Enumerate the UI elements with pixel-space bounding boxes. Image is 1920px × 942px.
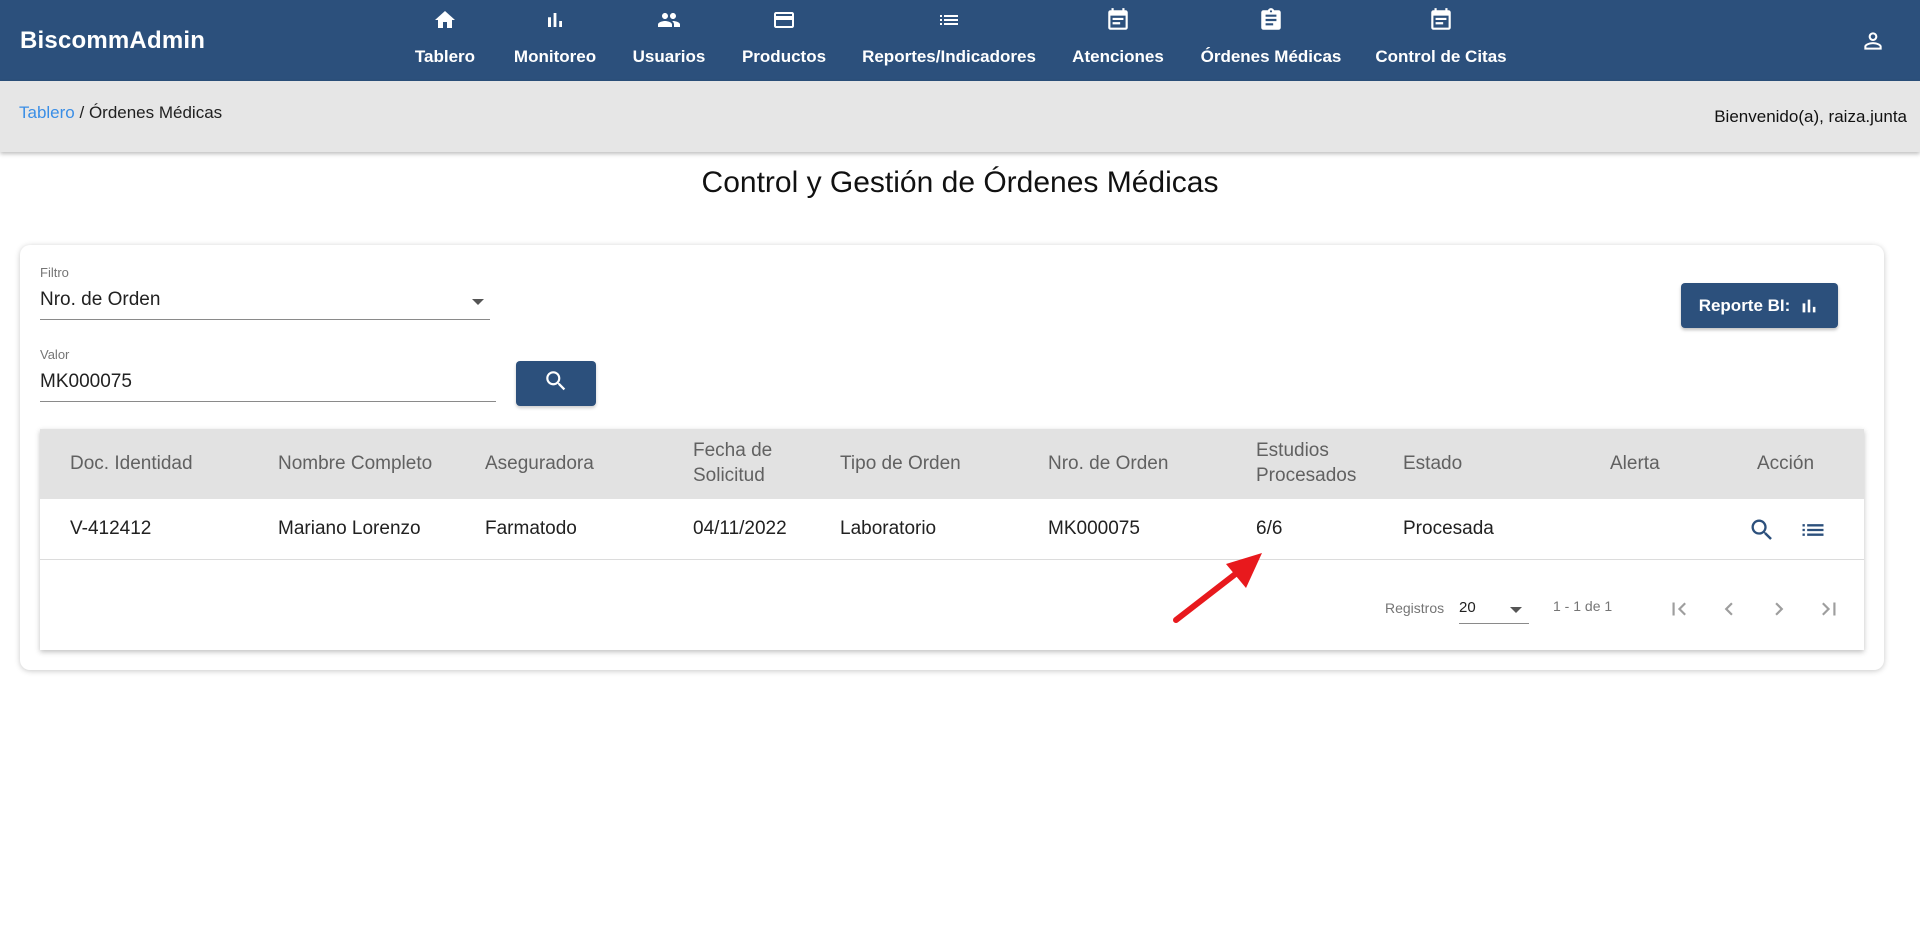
home-icon — [432, 8, 458, 32]
breadcrumb-current: Órdenes Médicas — [88, 103, 223, 122]
header-estudios-line2: Procesados — [1256, 465, 1357, 486]
header-fecha-line1: Fecha de — [693, 440, 773, 461]
list-icon — [936, 8, 962, 32]
event-note-icon — [1105, 8, 1131, 32]
header-estado[interactable]: Estado — [1403, 451, 1462, 476]
filter-select[interactable]: Nro. de Orden — [40, 289, 160, 311]
view-order-search-icon[interactable] — [1748, 516, 1776, 544]
nav-label: Órdenes Médicas — [1200, 47, 1342, 66]
breadcrumb-bar: Tablero / Órdenes Médicas Bienvenido(a),… — [0, 81, 1920, 152]
header-tipo-orden[interactable]: Tipo de Orden — [840, 451, 961, 476]
nav-label: Monitoreo — [513, 47, 597, 66]
welcome-text: Bienvenido(a), raiza.junta — [1714, 107, 1907, 126]
event-note-icon — [1428, 8, 1454, 32]
header-accion: Acción — [1757, 453, 1815, 474]
cell-doc-identidad: V-412412 — [70, 518, 152, 539]
page-title: Control y Gestión de Órdenes Médicas — [701, 166, 1219, 199]
cell-nro-orden: MK000075 — [1048, 518, 1140, 539]
page-size-select[interactable]: 20 — [1459, 599, 1476, 616]
page-size-label: Registros — [1385, 600, 1445, 616]
header-doc-identidad[interactable]: Doc. Identidad — [70, 451, 193, 476]
value-label: Valor — [40, 347, 70, 362]
filter-underline — [40, 319, 490, 320]
header-aseguradora[interactable]: Aseguradora — [485, 451, 594, 476]
nav-item-monitoreo[interactable]: Monitoreo — [510, 0, 600, 81]
page-size-underline — [1459, 623, 1529, 624]
table-row: V-412412 Mariano Lorenzo Farmatodo 04/11… — [40, 499, 1864, 560]
nav-item-atenciones[interactable]: Atenciones — [1068, 0, 1168, 81]
report-bi-label: Reporte BI: — [1698, 295, 1791, 315]
value-underline — [40, 401, 496, 402]
bar-chart-icon — [1798, 295, 1820, 317]
order-details-list-icon[interactable] — [1799, 516, 1827, 544]
cell-estudios-procesados: 6/6 — [1256, 518, 1283, 539]
breadcrumb-link-tablero[interactable]: Tablero — [19, 103, 75, 122]
cell-estado: Procesada — [1403, 518, 1494, 539]
first-page-icon[interactable] — [1663, 593, 1695, 625]
nav-item-reportes-indicadores[interactable]: Reportes/Indicadores — [860, 0, 1038, 81]
nav-item-usuarios[interactable]: Usuarios — [628, 0, 710, 81]
orders-card: Filtro Nro. de Orden Valor MK000075 Repo… — [20, 245, 1884, 670]
header-estudios-procesados[interactable]: Estudios Procesados — [1256, 438, 1356, 488]
header-fecha-line2: Solicitud — [693, 465, 765, 486]
cell-aseguradora: Farmatodo — [485, 518, 577, 539]
paginator: Registros 20 1 - 1 de 1 — [40, 560, 1864, 650]
account-icon[interactable] — [1860, 28, 1886, 54]
last-page-icon[interactable] — [1813, 593, 1845, 625]
people-icon — [654, 8, 684, 32]
nav-label: Tablero — [414, 47, 476, 66]
nav-label: Control de Citas — [1375, 47, 1507, 66]
nav-label: Atenciones — [1072, 47, 1164, 66]
app-title[interactable]: BiscommAdmin — [20, 27, 205, 55]
report-bi-button[interactable]: Reporte BI: — [1681, 283, 1838, 328]
value-input[interactable]: MK000075 — [40, 371, 132, 393]
search-button[interactable] — [516, 361, 596, 406]
header-alerta: Alerta — [1610, 453, 1660, 474]
page-range-label: 1 - 1 de 1 — [1553, 598, 1613, 614]
nav-item-ordenes-medicas[interactable]: Órdenes Médicas — [1198, 0, 1344, 81]
nav-label: Productos — [741, 47, 827, 66]
nav-label: Reportes/Indicadores — [862, 47, 1036, 66]
credit-card-icon — [770, 8, 798, 32]
filter-label: Filtro — [40, 265, 69, 280]
header-nro-orden[interactable]: Nro. de Orden — [1048, 451, 1168, 476]
bar-chart-icon — [543, 8, 567, 32]
top-navbar: BiscommAdmin Tablero Monitoreo Usuarios … — [0, 0, 1920, 81]
breadcrumb: Tablero / Órdenes Médicas — [19, 103, 222, 123]
breadcrumb-separator: / — [74, 103, 89, 122]
header-fecha-solicitud[interactable]: Fecha de Solicitud — [693, 438, 772, 488]
nav-label: Usuarios — [632, 47, 706, 66]
page-size-dropdown-icon[interactable] — [1510, 607, 1522, 613]
header-nombre-completo[interactable]: Nombre Completo — [278, 451, 432, 476]
orders-table: Doc. Identidad Nombre Completo Asegurado… — [40, 429, 1864, 650]
dropdown-arrow-icon[interactable] — [472, 299, 484, 305]
next-page-icon[interactable] — [1763, 593, 1795, 625]
search-icon — [543, 368, 569, 399]
cell-tipo-orden: Laboratorio — [840, 518, 937, 539]
table-header: Doc. Identidad Nombre Completo Asegurado… — [40, 429, 1864, 499]
cell-fecha-solicitud: 04/11/2022 — [693, 518, 787, 539]
cell-nombre-completo: Mariano Lorenzo — [278, 518, 421, 539]
clipboard-icon — [1258, 8, 1284, 32]
header-estudios-line1: Estudios — [1256, 440, 1329, 461]
nav-item-tablero[interactable]: Tablero — [410, 0, 480, 81]
nav-item-productos[interactable]: Productos — [739, 0, 829, 81]
previous-page-icon[interactable] — [1713, 593, 1745, 625]
nav-item-control-de-citas[interactable]: Control de Citas — [1374, 0, 1508, 81]
